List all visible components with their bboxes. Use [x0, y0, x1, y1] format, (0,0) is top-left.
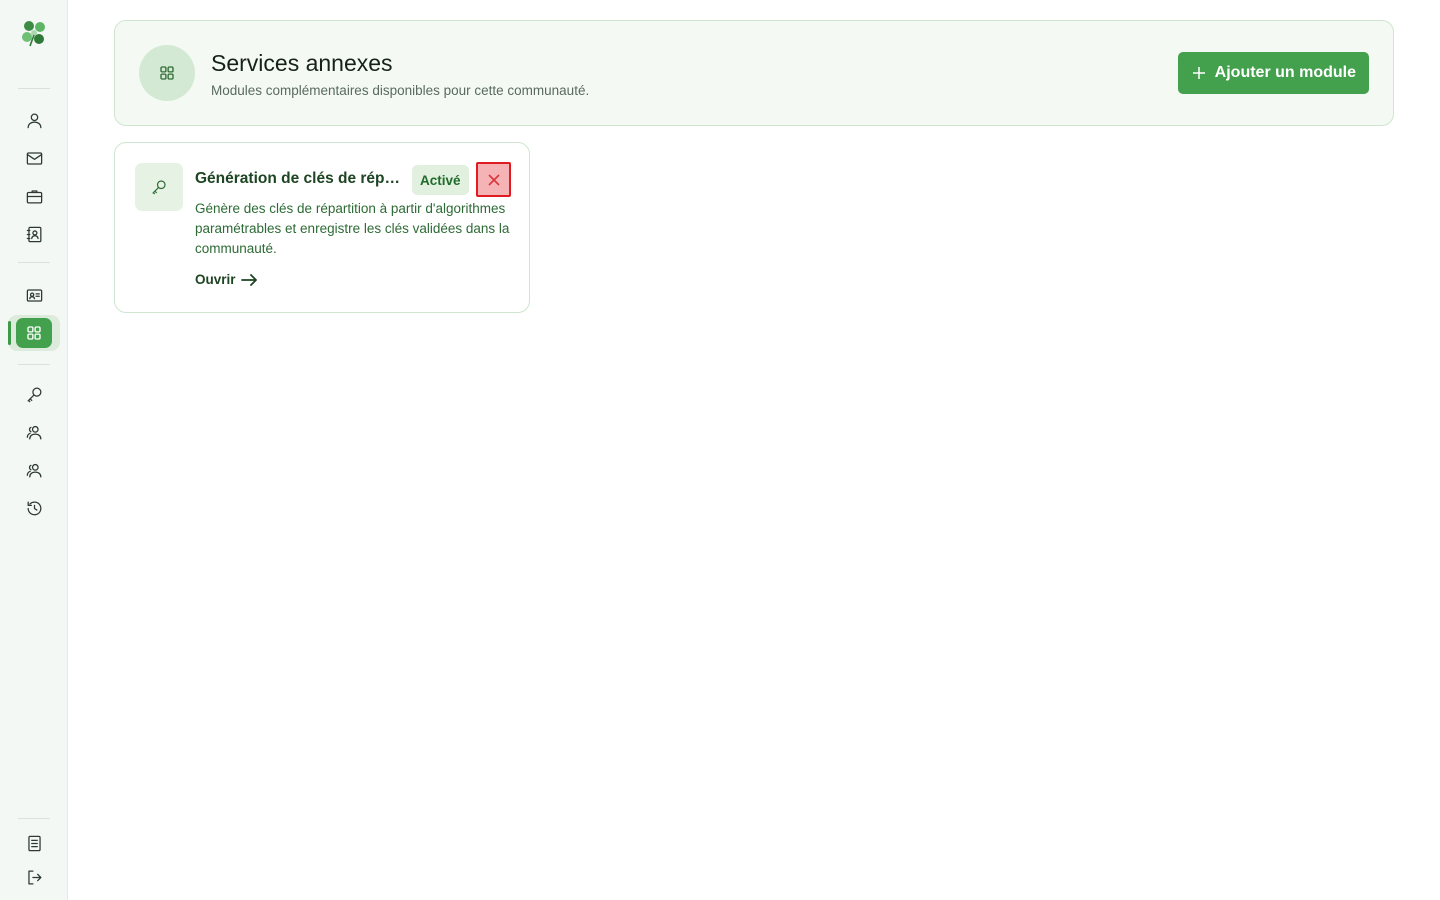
sidebar-item-id-card[interactable] — [18, 279, 50, 311]
grid-icon — [27, 326, 41, 340]
key-icon — [152, 180, 166, 195]
sidebar-item-mail[interactable] — [18, 142, 50, 174]
page-subtitle: Modules complémentaires disponibles pour… — [211, 83, 590, 98]
users-icon — [26, 463, 41, 477]
close-icon — [487, 173, 500, 186]
sidebar-item-members[interactable] — [18, 416, 50, 448]
open-module-link[interactable]: Ouvrir — [195, 272, 258, 287]
sidebar-divider — [18, 818, 50, 819]
remove-module-button[interactable] — [476, 162, 511, 197]
module-description: Génère des clés de répartition à partir … — [195, 201, 510, 256]
sidebar-item-documents[interactable] — [18, 827, 50, 859]
module-icon-badge — [135, 163, 183, 211]
module-card: Génération de clés de répartition Activé… — [114, 142, 530, 313]
user-icon — [27, 113, 41, 128]
page-title: Services annexes — [211, 50, 393, 76]
sidebar-item-services[interactable] — [16, 318, 52, 348]
arrow-right-icon — [240, 273, 257, 286]
open-module-label: Ouvrir — [195, 272, 236, 287]
sidebar-divider — [18, 262, 50, 263]
id-card-icon — [26, 288, 42, 302]
logout-icon — [27, 870, 41, 884]
module-title: Génération de clés de répartition — [195, 170, 405, 187]
sidebar-item-history[interactable] — [18, 492, 50, 524]
sidebar-item-briefcase[interactable] — [18, 180, 50, 212]
header-icon-badge — [139, 45, 195, 101]
sidebar-item-user[interactable] — [18, 104, 50, 136]
plus-icon — [1192, 67, 1205, 79]
add-module-button[interactable]: Ajouter un module — [1177, 52, 1369, 94]
history-icon — [27, 501, 41, 515]
sidebar-divider — [18, 364, 50, 365]
sidebar-item-logout[interactable] — [18, 861, 50, 893]
sidebar-item-groups[interactable] — [18, 454, 50, 486]
briefcase-icon — [26, 189, 42, 203]
status-badge: Activé — [412, 165, 469, 195]
clover-logo[interactable] — [19, 19, 49, 49]
page-header: Services annexes Modules complémentaires… — [114, 20, 1394, 126]
document-icon — [27, 835, 41, 851]
sidebar-item-keys[interactable] — [18, 378, 50, 410]
grid-icon — [160, 66, 174, 80]
sidebar — [0, 0, 68, 900]
mail-icon — [26, 151, 42, 165]
users-icon — [26, 425, 41, 439]
sidebar-divider — [18, 88, 50, 89]
key-icon — [27, 387, 41, 402]
sidebar-active-indicator — [8, 321, 11, 345]
sidebar-item-contacts[interactable] — [18, 218, 50, 250]
add-module-button-label: Ajouter un module — [1214, 64, 1356, 81]
contact-book-icon — [26, 226, 41, 242]
